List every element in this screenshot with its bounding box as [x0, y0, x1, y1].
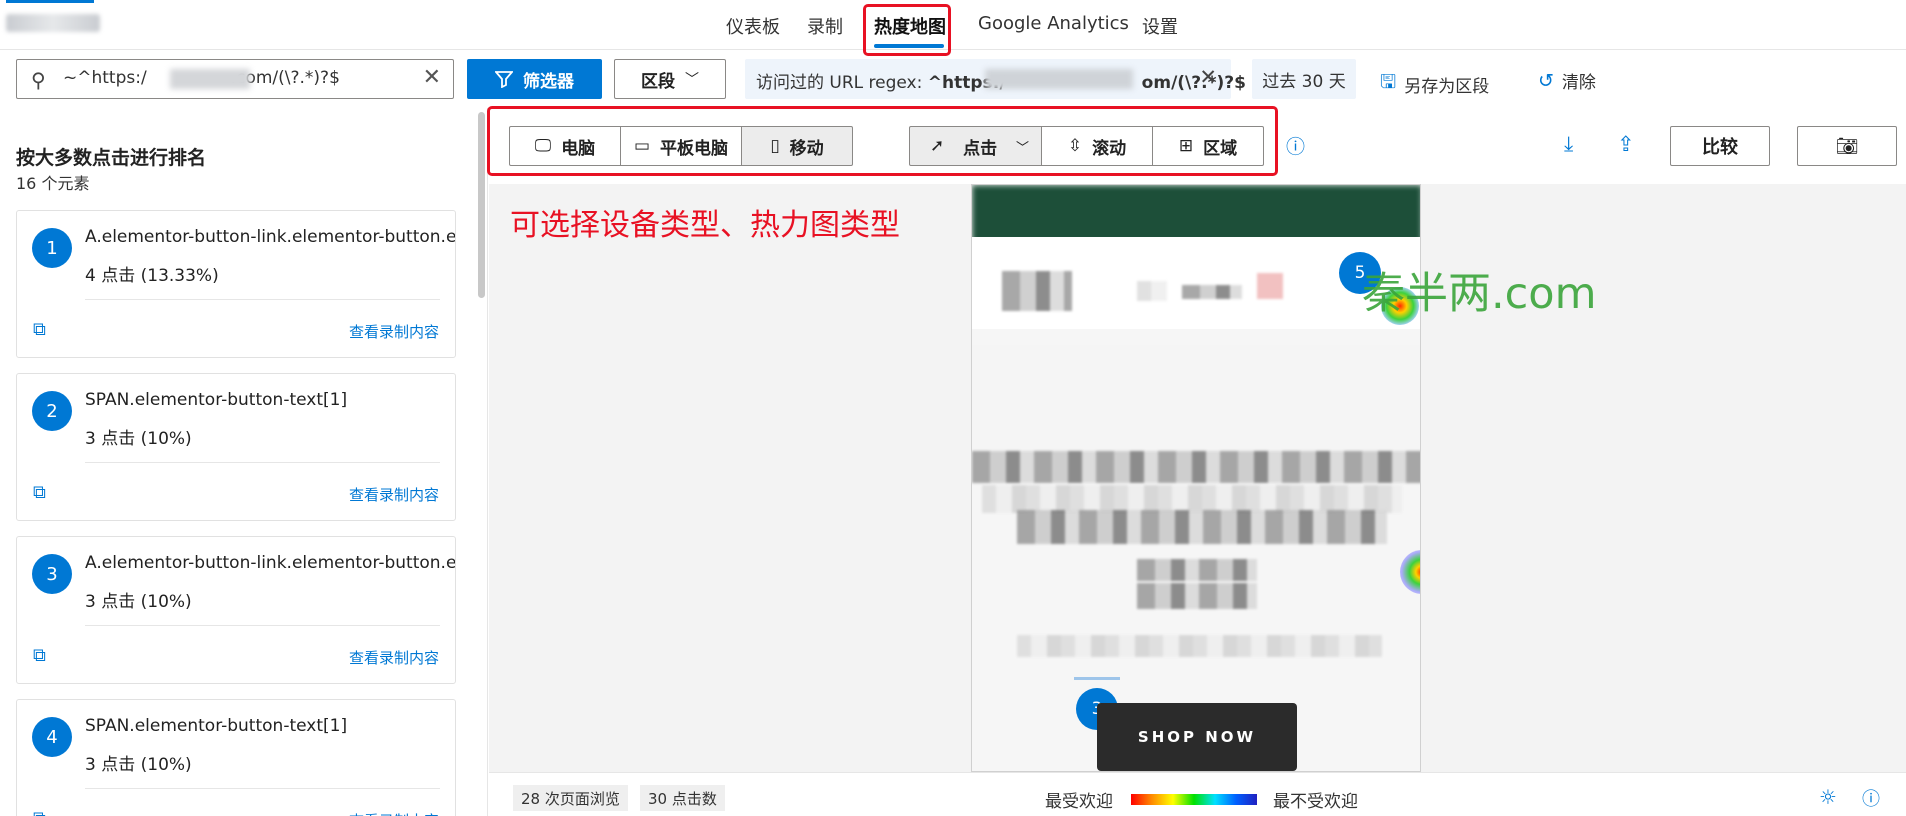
- copy-icon[interactable]: ⧉: [33, 319, 46, 340]
- blurred-page-header: [972, 185, 1420, 243]
- element-count: 16 个元素: [16, 174, 90, 193]
- panel-title: 按大多数点击进行排名: [16, 147, 207, 169]
- element-selector: SPAN.elementor-button-text[1]: [85, 390, 348, 410]
- tab-google-analytics[interactable]: Google Analytics: [978, 13, 1129, 34]
- shop-now-button[interactable]: SHOP NOW: [1097, 703, 1297, 771]
- divider: [85, 625, 440, 626]
- remove-chip-icon[interactable]: ✕: [1199, 65, 1217, 89]
- click-count: 3 点击 (10%): [85, 592, 192, 612]
- date-range-chip[interactable]: 过去 30 天: [1252, 59, 1356, 99]
- search-icon: ⚲: [31, 68, 46, 92]
- element-selector: A.elementor-button-link.elementor-button…: [85, 553, 455, 573]
- blurred-heading: [972, 451, 1420, 483]
- blurred-text: [1137, 559, 1257, 581]
- scrollbar-thumb[interactable]: [478, 112, 485, 298]
- filter-bar: ⚲ ~^https:/.com/(\?.*)?$ ✕ 筛选器 区段 ﹀ 访问过的…: [0, 50, 1906, 108]
- view-recordings-link[interactable]: 查看录制内容: [349, 647, 439, 668]
- heat-legend-gradient: [1131, 794, 1257, 805]
- click-count: 3 点击 (10%): [85, 755, 192, 775]
- heatmap-status-bar: 28 次页面浏览 30 点击数 最受欢迎 最不受欢迎 ☼ ⓘ: [489, 772, 1906, 816]
- slider-indicator: [1074, 677, 1120, 680]
- rank-badge: 2: [32, 391, 72, 431]
- save-icon: 🖫: [1380, 71, 1397, 93]
- rank-badge: 1: [32, 228, 72, 268]
- blurred-text: [1182, 285, 1242, 299]
- compare-button[interactable]: 比较: [1670, 126, 1770, 166]
- ranking-card[interactable]: 2 SPAN.elementor-button-text[1] 3 点击 (10…: [16, 373, 456, 521]
- copy-icon[interactable]: ⧉: [33, 808, 46, 816]
- page-views-count: 28 次页面浏览: [513, 785, 628, 811]
- ranking-card[interactable]: 4 SPAN.elementor-button-text[1] 3 点击 (10…: [16, 699, 456, 816]
- clear-input-icon[interactable]: ✕: [423, 65, 441, 90]
- divider: [85, 299, 440, 300]
- brightness-icon[interactable]: ☼: [1819, 785, 1837, 809]
- blurred-heading: [982, 485, 1402, 513]
- rank-badge: 4: [32, 717, 72, 757]
- blurred-text: [1017, 635, 1382, 657]
- share-icon[interactable]: ⇪: [1617, 132, 1635, 156]
- element-selector: A.elementor-button-link.elementor-button…: [85, 227, 455, 247]
- legend-most-popular: 最受欢迎: [1045, 792, 1113, 812]
- filters-button[interactable]: 筛选器: [467, 59, 602, 99]
- info-icon[interactable]: ⓘ: [1286, 132, 1305, 159]
- redacted-domain: [170, 69, 250, 89]
- view-recordings-link[interactable]: 查看录制内容: [349, 484, 439, 505]
- heat-spot: [1400, 550, 1420, 594]
- url-filter-input[interactable]: ⚲ ~^https:/.com/(\?.*)?$ ✕: [16, 59, 454, 99]
- ranking-card[interactable]: 3 A.elementor-button-link.elementor-butt…: [16, 536, 456, 684]
- view-recordings-link[interactable]: 查看录制内容: [349, 810, 439, 816]
- blurred-text: [1137, 281, 1167, 301]
- segment-dropdown[interactable]: 区段 ﹀: [614, 59, 726, 99]
- rank-badge: 3: [32, 554, 72, 594]
- chevron-down-icon: ﹀: [685, 72, 699, 88]
- page-section: [972, 345, 1420, 455]
- top-navigation: 仪表板 录制 热度地图 Google Analytics 设置: [0, 0, 1906, 56]
- copy-icon[interactable]: ⧉: [33, 482, 46, 503]
- ranking-card[interactable]: 1 A.elementor-button-link.elementor-butt…: [16, 210, 456, 358]
- blurred-heading: [1017, 510, 1387, 544]
- element-selector: SPAN.elementor-button-text[1]: [85, 716, 348, 736]
- clicks-count: 30 点击数: [640, 785, 725, 811]
- divider: [85, 788, 440, 789]
- info-icon[interactable]: ⓘ: [1862, 785, 1880, 811]
- tab-recordings[interactable]: 录制: [807, 13, 843, 39]
- undo-icon: ↺: [1538, 69, 1554, 92]
- save-as-segment-button[interactable]: 🖫 另存为区段: [1380, 68, 1489, 100]
- watermark-text: 秦半两.com: [1362, 269, 1597, 319]
- download-icon[interactable]: ⤓: [1564, 132, 1573, 157]
- funnel-icon: [495, 71, 513, 88]
- tab-dashboard[interactable]: 仪表板: [726, 13, 780, 39]
- clear-button[interactable]: ↺ 清除: [1538, 68, 1596, 94]
- camera-icon[interactable]: 📷︎: [1797, 126, 1897, 166]
- divider: [85, 462, 440, 463]
- url-regex-chip[interactable]: 访问过的 URL regex: ^https:/om/(\?.*)?$ ✕: [745, 59, 1246, 99]
- save-as-segment-label: 另存为区段: [1404, 76, 1490, 97]
- blurred-logo: [1002, 271, 1072, 311]
- annotation-box-heatmap-tab: [863, 4, 951, 56]
- blurred-text: [1137, 583, 1257, 609]
- annotation-box-toolbar: [487, 106, 1278, 176]
- segment-label: 区段: [641, 71, 675, 92]
- copy-icon[interactable]: ⧉: [33, 645, 46, 666]
- nav-tabs: 仪表板 录制 热度地图 Google Analytics 设置: [0, 0, 1906, 50]
- filters-button-label: 筛选器: [523, 71, 574, 92]
- redacted-domain: [985, 69, 1133, 89]
- blurred-icon: [1257, 273, 1283, 299]
- view-recordings-link[interactable]: 查看录制内容: [349, 321, 439, 342]
- click-ranking-panel: 按大多数点击进行排名 16 个元素 1 A.elementor-button-l…: [0, 108, 488, 816]
- clear-label: 清除: [1561, 73, 1596, 93]
- legend-least-popular: 最不受欢迎: [1273, 792, 1358, 812]
- click-count: 4 点击 (13.33%): [85, 266, 219, 286]
- mobile-page-preview[interactable]: 5 3 SHOP NOW: [971, 184, 1421, 772]
- click-count: 3 点击 (10%): [85, 429, 192, 449]
- annotation-text: 可选择设备类型、热力图类型: [510, 208, 900, 243]
- tab-settings[interactable]: 设置: [1142, 13, 1178, 39]
